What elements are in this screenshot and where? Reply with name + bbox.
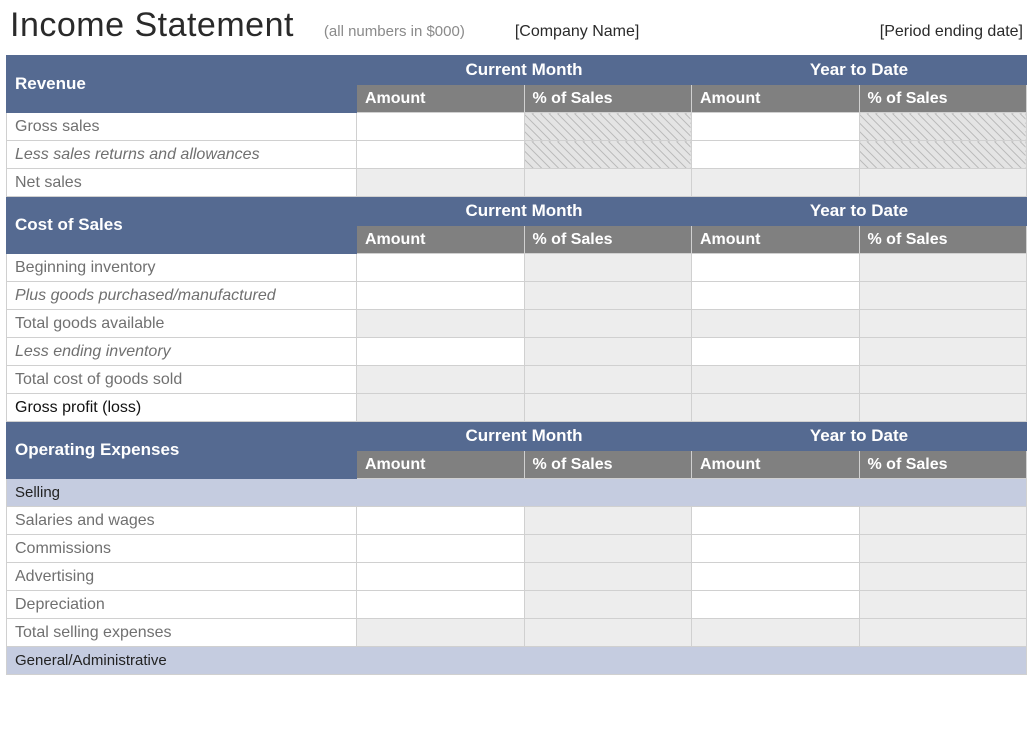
- section-revenue: Revenue: [7, 56, 357, 113]
- cell-calc: [524, 394, 692, 422]
- company-name-placeholder[interactable]: [Company Name]: [515, 23, 640, 41]
- cell-na: [524, 113, 692, 141]
- units-note: (all numbers in $000): [324, 23, 465, 40]
- cell-calc: [524, 282, 692, 310]
- row-total-goods-available: Total goods available: [7, 310, 357, 338]
- cell-input[interactable]: [692, 282, 860, 310]
- cell-calc: [859, 254, 1027, 282]
- colgroup-year-to-date: Year to Date: [692, 197, 1027, 226]
- col-amount-ytd: Amount: [692, 85, 860, 113]
- cell-input[interactable]: [357, 113, 525, 141]
- cell-calc: [692, 394, 860, 422]
- col-amount-cm: Amount: [357, 85, 525, 113]
- cell-calc: [357, 310, 525, 338]
- cell-calc: [524, 563, 692, 591]
- document-header: Income Statement (all numbers in $000) […: [6, 6, 1027, 45]
- cell-input[interactable]: [692, 254, 860, 282]
- section-operating-expenses: Operating Expenses: [7, 422, 357, 479]
- cell-calc: [859, 394, 1027, 422]
- cell-calc: [524, 535, 692, 563]
- col-pct-ytd: % of Sales: [859, 85, 1027, 113]
- row-depreciation: Depreciation: [7, 591, 357, 619]
- row-gross-profit: Gross profit (loss): [7, 394, 357, 422]
- row-net-sales: Net sales: [7, 169, 357, 197]
- cell-input[interactable]: [692, 113, 860, 141]
- cell-input[interactable]: [357, 141, 525, 169]
- colgroup-year-to-date: Year to Date: [692, 56, 1027, 85]
- cell-calc: [859, 591, 1027, 619]
- cell-input[interactable]: [357, 563, 525, 591]
- cell-calc: [524, 507, 692, 535]
- income-statement-table: Revenue Current Month Year to Date Amoun…: [6, 55, 1027, 675]
- colgroup-current-month: Current Month: [357, 422, 692, 451]
- cell-calc: [859, 507, 1027, 535]
- cell-calc: [692, 366, 860, 394]
- row-beginning-inventory: Beginning inventory: [7, 254, 357, 282]
- cell-calc: [859, 619, 1027, 647]
- page-title: Income Statement: [10, 6, 294, 45]
- cell-calc: [859, 310, 1027, 338]
- cell-calc: [524, 338, 692, 366]
- cell-calc: [357, 619, 525, 647]
- cell-calc: [524, 591, 692, 619]
- cell-calc: [524, 169, 692, 197]
- cell-input[interactable]: [692, 338, 860, 366]
- cell-input[interactable]: [357, 591, 525, 619]
- colgroup-year-to-date: Year to Date: [692, 422, 1027, 451]
- cell-calc: [357, 169, 525, 197]
- col-pct-cm: % of Sales: [524, 85, 692, 113]
- cell-calc: [524, 619, 692, 647]
- row-less-ending-inventory: Less ending inventory: [7, 338, 357, 366]
- row-advertising: Advertising: [7, 563, 357, 591]
- cell-calc: [524, 254, 692, 282]
- cell-na: [859, 113, 1027, 141]
- cell-input[interactable]: [692, 591, 860, 619]
- cell-na: [524, 141, 692, 169]
- colgroup-current-month: Current Month: [357, 56, 692, 85]
- period-ending-placeholder[interactable]: [Period ending date]: [880, 23, 1023, 41]
- col-pct-cm: % of Sales: [524, 451, 692, 479]
- col-amount-cm: Amount: [357, 226, 525, 254]
- cell-input[interactable]: [692, 535, 860, 563]
- cell-calc: [692, 310, 860, 338]
- col-amount-cm: Amount: [357, 451, 525, 479]
- cell-calc: [357, 366, 525, 394]
- cell-calc: [859, 169, 1027, 197]
- cell-calc: [859, 338, 1027, 366]
- col-pct-cm: % of Sales: [524, 226, 692, 254]
- row-total-selling-expenses: Total selling expenses: [7, 619, 357, 647]
- row-total-cogs: Total cost of goods sold: [7, 366, 357, 394]
- row-salaries-wages: Salaries and wages: [7, 507, 357, 535]
- category-selling: Selling: [7, 479, 1027, 507]
- cell-calc: [692, 619, 860, 647]
- row-gross-sales: Gross sales: [7, 113, 357, 141]
- cell-calc: [859, 282, 1027, 310]
- row-less-returns: Less sales returns and allowances: [7, 141, 357, 169]
- cell-input[interactable]: [357, 282, 525, 310]
- cell-input[interactable]: [692, 563, 860, 591]
- cell-calc: [859, 366, 1027, 394]
- cell-input[interactable]: [357, 507, 525, 535]
- col-pct-ytd: % of Sales: [859, 226, 1027, 254]
- cell-calc: [692, 169, 860, 197]
- col-amount-ytd: Amount: [692, 226, 860, 254]
- row-plus-goods: Plus goods purchased/manufactured: [7, 282, 357, 310]
- cell-input[interactable]: [692, 141, 860, 169]
- colgroup-current-month: Current Month: [357, 197, 692, 226]
- cell-calc: [524, 310, 692, 338]
- cell-input[interactable]: [692, 507, 860, 535]
- cell-na: [859, 141, 1027, 169]
- cell-input[interactable]: [357, 338, 525, 366]
- category-general-admin: General/Administrative: [7, 647, 1027, 675]
- cell-calc: [859, 563, 1027, 591]
- cell-calc: [859, 535, 1027, 563]
- cell-calc: [357, 394, 525, 422]
- col-amount-ytd: Amount: [692, 451, 860, 479]
- row-commissions: Commissions: [7, 535, 357, 563]
- cell-input[interactable]: [357, 254, 525, 282]
- col-pct-ytd: % of Sales: [859, 451, 1027, 479]
- section-cost-of-sales: Cost of Sales: [7, 197, 357, 254]
- cell-calc: [524, 366, 692, 394]
- cell-input[interactable]: [357, 535, 525, 563]
